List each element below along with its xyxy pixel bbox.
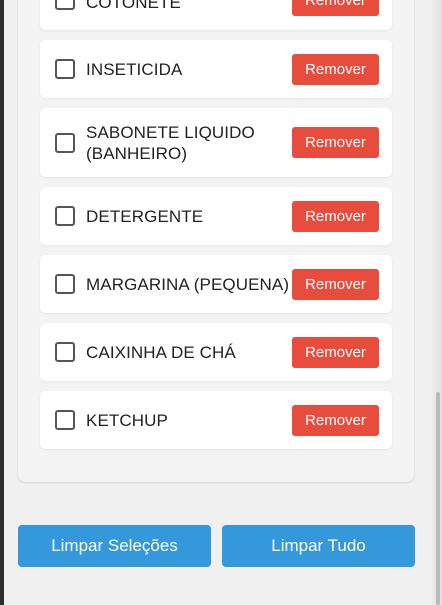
- item-checkbox[interactable]: [55, 59, 75, 79]
- list-item: MARGARINA (PEQUENA) Remover: [40, 255, 392, 313]
- item-name: SABONETE LIQUIDO (BANHEIRO): [86, 123, 255, 163]
- clear-selections-button[interactable]: Limpar Seleções: [18, 525, 211, 567]
- list-item: CAIXINHA DE CHÁ Remover: [40, 323, 392, 381]
- list-item: DETERGENTE Remover: [40, 187, 392, 245]
- remove-button[interactable]: Remover: [292, 269, 379, 300]
- remove-button[interactable]: Remover: [292, 201, 379, 232]
- clear-all-button[interactable]: Limpar Tudo: [222, 525, 415, 567]
- remove-button[interactable]: Remover: [292, 405, 379, 436]
- scrollbar[interactable]: [436, 392, 440, 605]
- remove-button[interactable]: Remover: [292, 0, 379, 16]
- item-name: INSETICIDA: [86, 60, 183, 79]
- item-name: MARGARINA (PEQUENA): [86, 275, 290, 294]
- list-item: COTONETE Remover: [40, 0, 392, 30]
- remove-button[interactable]: Remover: [292, 337, 379, 368]
- list-item: INSETICIDA Remover: [40, 40, 392, 98]
- item-checkbox[interactable]: [55, 206, 75, 226]
- remove-button[interactable]: Remover: [292, 127, 379, 158]
- list-item: KETCHUP Remover: [40, 391, 392, 449]
- item-checkbox[interactable]: [55, 342, 75, 362]
- item-checkbox[interactable]: [55, 133, 75, 153]
- item-name: KETCHUP: [86, 411, 168, 430]
- item-checkbox[interactable]: [55, 274, 75, 294]
- item-checkbox[interactable]: [55, 410, 75, 430]
- remove-button[interactable]: Remover: [292, 54, 379, 85]
- item-name: DETERGENTE: [86, 207, 204, 226]
- list-item: SABONETE LIQUIDO (BANHEIRO) Remover: [40, 108, 392, 177]
- item-checkbox[interactable]: [55, 0, 75, 10]
- item-name: CAIXINHA DE CHÁ: [86, 343, 236, 362]
- left-edge: [0, 0, 4, 605]
- item-name: COTONETE: [86, 0, 181, 12]
